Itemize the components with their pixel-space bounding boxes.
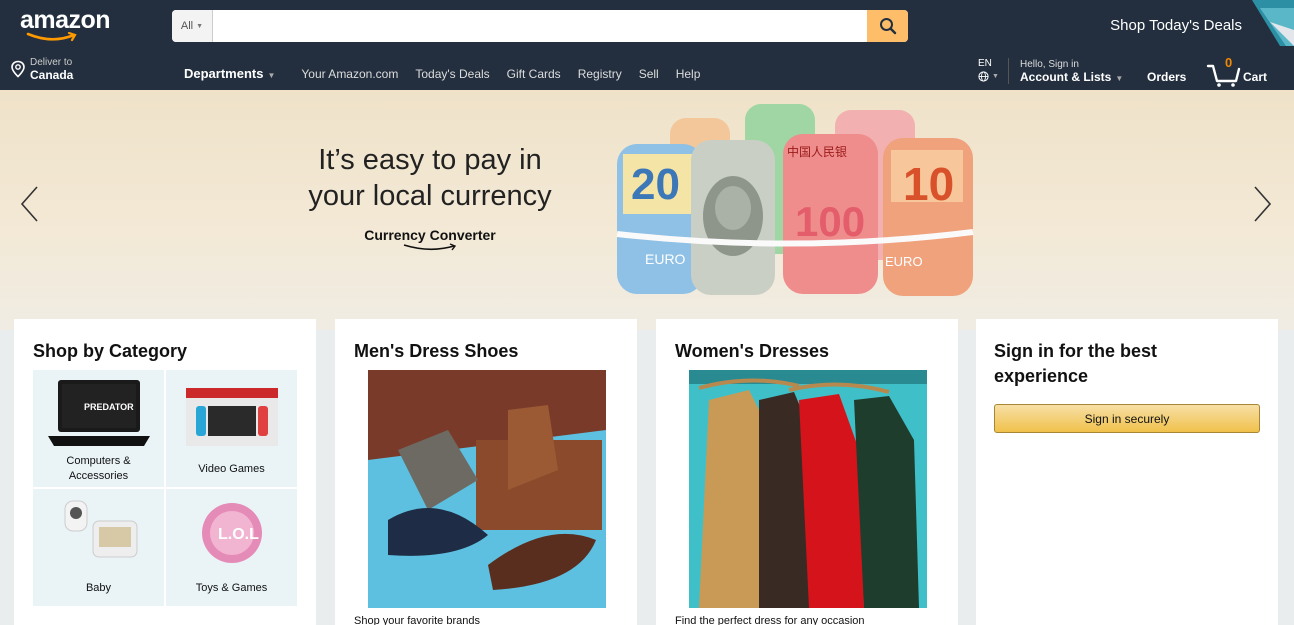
laptop-image: PREDATOR [48, 380, 150, 446]
hero-subtitle[interactable]: Currency Converter [300, 227, 560, 253]
search-button[interactable] [867, 10, 908, 42]
dress-shoes-image [368, 370, 606, 608]
card-mens-dress-shoes[interactable]: Men's Dress Shoes Shop your favorite bra… [335, 319, 637, 625]
currency-converter-label: Currency Converter [364, 227, 496, 243]
chevron-down-icon: ▼ [196, 22, 204, 30]
nav-link-your-amazon[interactable]: Your Amazon.com [301, 67, 398, 81]
logo-smile-icon [26, 32, 77, 42]
chevron-left-icon[interactable] [18, 184, 40, 224]
svg-text:100: 100 [795, 198, 865, 245]
card-title: Women's Dresses [675, 341, 830, 361]
nav-link-gift-cards[interactable]: Gift Cards [507, 67, 561, 81]
deliver-to-location[interactable]: Deliver to Canada [10, 57, 73, 81]
language-code: EN [978, 58, 992, 69]
smile-arrow-icon [403, 243, 457, 251]
chevron-down-icon: ▼ [992, 73, 999, 80]
svg-text:L.O.L: L.O.L [218, 526, 259, 543]
nav-link-sell[interactable]: Sell [639, 67, 659, 81]
svg-text:中国人民银: 中国人民银 [787, 144, 847, 159]
search-icon [879, 18, 896, 35]
divider [1008, 58, 1009, 84]
account-label: Account & Lists [1020, 70, 1112, 84]
nav-link-registry[interactable]: Registry [578, 67, 622, 81]
svg-text:EURO: EURO [885, 254, 923, 269]
dresses-image [689, 370, 927, 608]
location-pin-icon [11, 60, 25, 78]
lol-surprise-ball-image: L.O.L [202, 503, 262, 563]
card-caption[interactable]: Find the perfect dress for any occasion [675, 615, 865, 625]
card-sign-in: Sign in for the best experience Sign in … [976, 319, 1278, 625]
departments-menu[interactable]: Departments ▼ [184, 66, 275, 81]
search-bar: All ▼ [172, 10, 908, 42]
signin-title-line2: experience [994, 366, 1089, 386]
top-header: amazon All ▼ Shop Today's Deals [0, 0, 1294, 53]
globe-icon [978, 71, 989, 82]
chevron-down-icon: ▼ [267, 71, 276, 80]
cart-label: Cart [1243, 70, 1268, 84]
deliver-country: Canada [30, 68, 74, 82]
departments-label: Departments [184, 66, 264, 81]
account-lists-menu[interactable]: Hello, Sign in Account & Lists ▼ [1020, 58, 1123, 85]
category-computers[interactable]: PREDATOR Computers & Accessories [33, 370, 164, 487]
category-toys-games[interactable]: L.O.L Toys & Games [166, 489, 297, 606]
search-category-label: All [180, 20, 194, 32]
svg-text:10: 10 [903, 158, 954, 210]
hero-title-line1: It’s easy to pay in [318, 144, 542, 176]
amazon-logo[interactable]: amazon [20, 6, 111, 35]
hero-title-line2: your local currency [308, 180, 552, 212]
sign-in-securely-button[interactable]: Sign in securely [994, 404, 1260, 433]
todays-deals-promo-link[interactable]: Shop Today's Deals [1110, 17, 1242, 34]
category-label-line2: Accessories [68, 470, 129, 482]
nintendo-switch-image [186, 388, 278, 446]
signin-title-line1: Sign in for the best [994, 341, 1158, 361]
search-input[interactable] [213, 10, 867, 42]
category-video-games[interactable]: Video Games [166, 370, 297, 487]
orders-link[interactable]: Orders [1147, 70, 1186, 84]
chevron-right-icon[interactable] [1252, 184, 1274, 224]
hero-carousel[interactable]: It’s easy to pay in your local currency … [0, 90, 1294, 330]
cart-count: 0 [1225, 55, 1233, 70]
category-baby[interactable]: Baby [33, 489, 164, 606]
svg-text:PREDATOR: PREDATOR [84, 402, 134, 412]
currency-rolls-image: 20 EURO 中国人民银 100 10 EURO [616, 104, 974, 296]
nav-link-help[interactable]: Help [676, 67, 701, 81]
category-label: Video Games [198, 463, 265, 475]
nav-link-todays-deals[interactable]: Today's Deals [415, 67, 489, 81]
nav-links: Departments ▼ Your Amazon.com Today's Dea… [184, 66, 717, 81]
hero-title: It’s easy to pay in your local currency [300, 142, 560, 214]
search-category-dropdown[interactable]: All ▼ [172, 10, 213, 42]
chevron-down-icon: ▼ [1115, 74, 1124, 83]
card-womens-dresses[interactable]: Women's Dresses Find the perfect dress f… [656, 319, 958, 625]
svg-text:EURO: EURO [645, 251, 686, 267]
main-nav: Deliver to Canada Departments ▼ Your Amaz… [0, 53, 1294, 90]
card-title: Shop by Category [33, 341, 188, 361]
category-label: Baby [85, 582, 112, 594]
promo-ribbon-icon [1252, 0, 1294, 46]
card-title: Sign in for the best experience [994, 339, 1157, 389]
category-grid: PREDATOR Computers & Accessories Video G… [33, 370, 297, 608]
card-shop-by-category: Shop by Category PREDATOR Computers & Ac… [14, 319, 316, 625]
svg-text:20: 20 [631, 160, 680, 209]
cart-icon [1206, 64, 1241, 87]
baby-monitor-image [64, 500, 138, 558]
category-label-line1: Computers & [66, 455, 131, 467]
category-label: Computers & Accessories [33, 454, 164, 484]
cart-link[interactable]: 0 Cart [1206, 55, 1276, 87]
card-caption[interactable]: Shop your favorite brands [354, 615, 480, 625]
language-selector[interactable]: EN ▼ [978, 57, 999, 83]
category-label: Toys & Games [195, 582, 268, 594]
card-title: Men's Dress Shoes [354, 341, 519, 361]
